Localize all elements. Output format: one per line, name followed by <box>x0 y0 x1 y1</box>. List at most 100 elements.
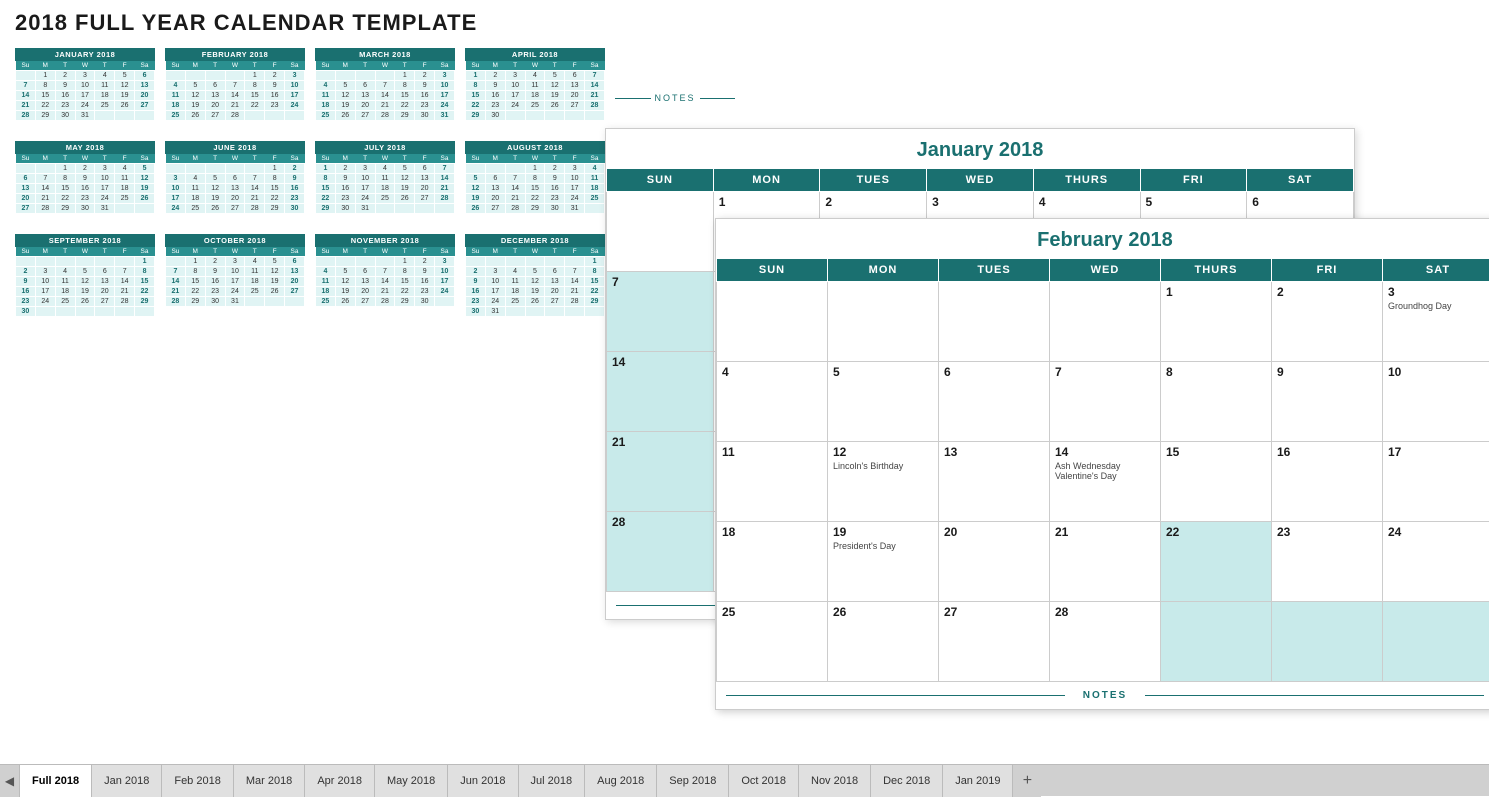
cal-cell: 28 <box>607 512 714 592</box>
mini-cal-header-feb: FEBRUARY 2018 <box>165 48 305 61</box>
cal-cell <box>1383 602 1489 682</box>
cal-cell: 7 <box>1050 362 1161 442</box>
mini-cal-jun: JUNE 2018SuMTWTFSa1234567891011121314151… <box>165 141 305 214</box>
page-title: 2018 FULL YEAR CALENDAR TEMPLATE <box>15 10 1474 36</box>
mini-cal-table-apr: SuMTWTFSa1234567891011121314151617181920… <box>465 61 605 121</box>
cal-cell: 7 <box>607 272 714 352</box>
tab-mar2018[interactable]: Mar 2018 <box>234 765 305 797</box>
notes-section-mini: NOTES <box>615 93 735 103</box>
mini-cal-row: JANUARY 2018SuMTWTFSa1234567891011121314… <box>15 48 1474 131</box>
tab-jan2018[interactable]: Jan 2018 <box>92 765 162 797</box>
cal-cell: 28 <box>1050 602 1161 682</box>
tab-aug2018[interactable]: Aug 2018 <box>585 765 657 797</box>
cal-cell <box>939 282 1050 362</box>
tab-may2018[interactable]: May 2018 <box>375 765 448 797</box>
cal-cell: 13 <box>939 442 1050 522</box>
cal-cell: 15 <box>1161 442 1272 522</box>
cal-cell: 8 <box>1161 362 1272 442</box>
cal-cell: 18 <box>717 522 828 602</box>
cal-cell: 4 <box>717 362 828 442</box>
notes-label-mini: NOTES <box>615 93 735 103</box>
mini-cal-header-sep: SEPTEMBER 2018 <box>15 234 155 247</box>
mini-cal-table-mar: SuMTWTFSa1234567891011121314151617181920… <box>315 61 455 121</box>
tabs-container: Full 2018Jan 2018Feb 2018Mar 2018Apr 201… <box>20 765 1013 797</box>
tab-jan2019[interactable]: Jan 2019 <box>943 765 1013 797</box>
tab-full2018[interactable]: Full 2018 <box>20 765 92 797</box>
cal-cell: 14 <box>607 352 714 432</box>
mini-cal-header-aug: AUGUST 2018 <box>465 141 605 154</box>
mini-cal-header-oct: OCTOBER 2018 <box>165 234 305 247</box>
tab-apr2018[interactable]: Apr 2018 <box>305 765 375 797</box>
cal-cell: 11 <box>717 442 828 522</box>
tab-jun2018[interactable]: Jun 2018 <box>448 765 518 797</box>
mini-cal-table-oct: SuMTWTFSa1234567891011121314151617181920… <box>165 247 305 307</box>
cal-cell: 24 <box>1383 522 1489 602</box>
large-feb-table: SUNMONTUESWEDTHURSFRISAT 123Groundhog Da… <box>716 258 1489 682</box>
cal-cell: 27 <box>939 602 1050 682</box>
mini-cal-header-may: MAY 2018 <box>15 141 155 154</box>
mini-cal-sep: SEPTEMBER 2018SuMTWTFSa12345678910111213… <box>15 234 155 317</box>
cal-cell: 12Lincoln's Birthday <box>828 442 939 522</box>
mini-cal-may: MAY 2018SuMTWTFSa12345678910111213141516… <box>15 141 155 214</box>
tab-oct2018[interactable]: Oct 2018 <box>729 765 799 797</box>
mini-cal-nov: NOVEMBER 2018SuMTWTFSa123456789101112131… <box>315 234 455 317</box>
large-feb-calendar: February 2018 SUNMONTUESWEDTHURSFRISAT 1… <box>715 218 1489 710</box>
mini-cal-jul: JULY 2018SuMTWTFSa1234567891011121314151… <box>315 141 455 214</box>
mini-cal-jan: JANUARY 2018SuMTWTFSa1234567891011121314… <box>15 48 155 121</box>
mini-cal-header-dec: DECEMBER 2018 <box>465 234 605 247</box>
mini-cal-oct: OCTOBER 2018SuMTWTFSa1234567891011121314… <box>165 234 305 317</box>
mini-cal-feb: FEBRUARY 2018SuMTWTFSa123456789101112131… <box>165 48 305 121</box>
cal-cell <box>1161 602 1272 682</box>
cal-cell: 1 <box>1161 282 1272 362</box>
tab-jul2018[interactable]: Jul 2018 <box>519 765 586 797</box>
tab-bar: ◀ Full 2018Jan 2018Feb 2018Mar 2018Apr 2… <box>0 764 1489 796</box>
cal-cell: 23 <box>1272 522 1383 602</box>
mini-cal-table-jan: SuMTWTFSa1234567891011121314151617181920… <box>15 61 155 121</box>
tab-add-button[interactable]: + <box>1013 765 1041 797</box>
feb-notes-row: NOTES <box>716 682 1489 709</box>
cal-cell <box>717 282 828 362</box>
cal-cell: 26 <box>828 602 939 682</box>
large-jan-title: January 2018 <box>606 129 1354 168</box>
mini-cal-header-nov: NOVEMBER 2018 <box>315 234 455 247</box>
cal-cell: 17 <box>1383 442 1489 522</box>
cal-cell: 19President's Day <box>828 522 939 602</box>
cal-cell: 21 <box>607 432 714 512</box>
cal-cell <box>607 192 714 272</box>
mini-cal-header-jun: JUNE 2018 <box>165 141 305 154</box>
cal-cell <box>828 282 939 362</box>
mini-cal-aug: AUGUST 2018SuMTWTFSa12345678910111213141… <box>465 141 605 214</box>
large-feb-title: February 2018 <box>716 219 1489 258</box>
tab-sep2018[interactable]: Sep 2018 <box>657 765 729 797</box>
cal-cell: 2 <box>1272 282 1383 362</box>
cal-cell: 3Groundhog Day <box>1383 282 1489 362</box>
cal-cell <box>1272 602 1383 682</box>
mini-cal-table-dec: SuMTWTFSa1234567891011121314151617181920… <box>465 247 605 317</box>
cal-cell: 9 <box>1272 362 1383 442</box>
cal-cell: 6 <box>939 362 1050 442</box>
cal-cell: 10 <box>1383 362 1489 442</box>
mini-cal-header-jan: JANUARY 2018 <box>15 48 155 61</box>
cal-cell: 25 <box>717 602 828 682</box>
mini-cal-header-apr: APRIL 2018 <box>465 48 605 61</box>
mini-cal-dec: DECEMBER 2018SuMTWTFSa123456789101112131… <box>465 234 605 317</box>
mini-cal-table-nov: SuMTWTFSa1234567891011121314151617181920… <box>315 247 455 307</box>
cal-cell <box>1050 282 1161 362</box>
cal-cell: 14Ash Wednesday Valentine's Day <box>1050 442 1161 522</box>
tab-nov2018[interactable]: Nov 2018 <box>799 765 871 797</box>
cal-cell: 5 <box>828 362 939 442</box>
mini-cal-table-sep: SuMTWTFSa1234567891011121314151617181920… <box>15 247 155 317</box>
cal-cell: 16 <box>1272 442 1383 522</box>
mini-cal-mar: MARCH 2018SuMTWTFSa123456789101112131415… <box>315 48 455 121</box>
cal-cell: 21 <box>1050 522 1161 602</box>
mini-cal-apr: APRIL 2018SuMTWTFSa123456789101112131415… <box>465 48 605 121</box>
mini-cal-header-mar: MARCH 2018 <box>315 48 455 61</box>
mini-cal-table-jun: SuMTWTFSa1234567891011121314151617181920… <box>165 154 305 214</box>
cal-cell: 22 <box>1161 522 1272 602</box>
cal-cell: 20 <box>939 522 1050 602</box>
mini-cal-table-jul: SuMTWTFSa1234567891011121314151617181920… <box>315 154 455 214</box>
tab-feb2018[interactable]: Feb 2018 <box>162 765 233 797</box>
mini-cal-table-feb: SuMTWTFSa1234567891011121314151617181920… <box>165 61 305 121</box>
tab-nav-left[interactable]: ◀ <box>0 765 20 797</box>
tab-dec2018[interactable]: Dec 2018 <box>871 765 943 797</box>
